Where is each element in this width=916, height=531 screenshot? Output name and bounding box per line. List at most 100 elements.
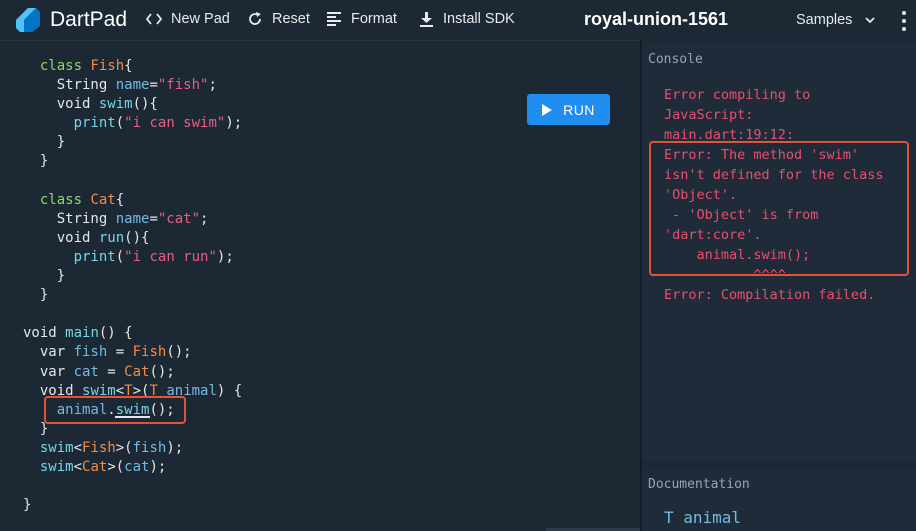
- code-line[interactable]: class Fish{: [23, 57, 242, 76]
- code-line[interactable]: }: [23, 133, 242, 152]
- code-line[interactable]: print("i can run");: [23, 248, 242, 267]
- code-token: >(: [115, 439, 133, 456]
- code-token: );: [149, 458, 167, 475]
- code-token: >(: [107, 458, 125, 475]
- code-token: fish: [73, 344, 108, 361]
- reset-button[interactable]: Reset: [247, 11, 310, 27]
- code-content[interactable]: class Fish{ String name="fish"; void swi…: [23, 57, 242, 515]
- code-token: ) {: [216, 382, 243, 399]
- code-line[interactable]: void run(){: [23, 229, 242, 248]
- refresh-icon: [247, 11, 263, 27]
- code-editor[interactable]: class Fish{ String name="fish"; void swi…: [0, 40, 640, 531]
- code-token: }: [23, 134, 66, 151]
- code-line[interactable]: }: [23, 496, 242, 515]
- code-line[interactable]: swim<Cat>(cat);: [23, 458, 242, 477]
- code-token: cat: [73, 363, 99, 380]
- code-token: fish: [132, 439, 167, 456]
- format-label: Format: [351, 11, 397, 27]
- code-line[interactable]: swim<Fish>(fish);: [23, 439, 242, 458]
- run-label: RUN: [563, 101, 595, 118]
- reset-label: Reset: [272, 11, 310, 27]
- code-token: "i can swim": [124, 115, 226, 132]
- code-token: String: [23, 77, 116, 94]
- code-token: }: [23, 153, 49, 170]
- code-line[interactable]: }: [23, 152, 242, 171]
- code-token: cat: [124, 458, 150, 475]
- code-line[interactable]: void main() {: [23, 324, 242, 343]
- code-line[interactable]: print("i can swim");: [23, 114, 243, 133]
- more-vert-icon[interactable]: [901, 11, 907, 31]
- code-token: <: [73, 439, 83, 456]
- code-line[interactable]: }: [23, 286, 242, 305]
- code-token: swim: [39, 439, 74, 456]
- code-token: print: [73, 115, 116, 132]
- code-token: (: [115, 115, 125, 132]
- samples-label: Samples: [796, 12, 853, 28]
- code-token: class: [39, 58, 91, 74]
- code-line[interactable]: class Cat{: [23, 191, 242, 210]
- app-header: DartPad New Pad Reset Format Install SDK…: [0, 0, 916, 40]
- code-token: (){: [124, 229, 150, 246]
- documentation-panel: Documentation T animal: [642, 470, 916, 531]
- code-token: ;: [208, 77, 217, 94]
- play-icon: [542, 103, 553, 116]
- code-token: var: [23, 363, 74, 380]
- code-line[interactable]: void swim(){: [23, 95, 242, 114]
- pad-title[interactable]: royal-union-1561: [584, 9, 728, 30]
- download-icon: [418, 11, 434, 27]
- run-button[interactable]: RUN: [527, 94, 610, 125]
- dart-logo-icon: [16, 8, 40, 32]
- code-token: Fish: [82, 439, 116, 456]
- code-token: run: [98, 229, 125, 246]
- brand-title: DartPad: [50, 8, 128, 31]
- code-line[interactable]: [23, 172, 242, 191]
- code-token: (){: [132, 96, 158, 113]
- code-token: String: [23, 210, 116, 227]
- new-pad-label: New Pad: [171, 11, 230, 27]
- code-token: swim: [98, 96, 133, 113]
- code-icon: [146, 11, 162, 27]
- documentation-text: T animal: [664, 508, 742, 527]
- console-label: Console: [648, 52, 703, 67]
- code-line[interactable]: var fish = Fish();: [23, 343, 242, 362]
- code-token: );: [166, 439, 184, 456]
- code-token: {: [115, 191, 125, 208]
- code-token: Cat: [124, 363, 150, 380]
- install-sdk-button[interactable]: Install SDK: [418, 11, 515, 27]
- code-token: "i can run": [124, 248, 217, 265]
- install-sdk-label: Install SDK: [443, 11, 515, 27]
- code-token: {: [124, 58, 133, 74]
- code-line[interactable]: String name="fish";: [23, 76, 242, 95]
- code-token: }: [23, 420, 49, 437]
- code-token: "fish": [157, 77, 209, 94]
- code-token: =: [107, 344, 133, 361]
- code-token: print: [73, 248, 116, 265]
- code-token: Fish: [90, 58, 125, 74]
- format-button[interactable]: Format: [326, 11, 397, 27]
- new-pad-button[interactable]: New Pad: [146, 11, 230, 27]
- code-token: Cat: [82, 458, 108, 475]
- code-token: swim: [39, 458, 74, 475]
- code-token: var: [23, 344, 74, 361]
- code-line[interactable]: [23, 477, 242, 496]
- code-token: "cat": [157, 210, 201, 227]
- code-line[interactable]: [23, 305, 242, 324]
- code-token: }: [23, 497, 32, 514]
- code-token: void: [23, 229, 99, 246]
- samples-dropdown[interactable]: Samples: [796, 12, 876, 28]
- code-token: Cat: [90, 191, 116, 208]
- code-line[interactable]: }: [23, 267, 242, 286]
- error-squiggle-underline: [115, 416, 150, 418]
- code-token: name: [115, 210, 150, 227]
- code-token: void: [23, 96, 99, 113]
- code-token: }: [23, 268, 66, 285]
- code-line[interactable]: var cat = Cat();: [23, 363, 242, 382]
- annotation-highlight-box: [44, 396, 186, 424]
- code-token: ();: [149, 363, 175, 380]
- code-token: }: [23, 287, 49, 304]
- code-line[interactable]: String name="cat";: [23, 210, 242, 229]
- code-token: =: [149, 210, 158, 227]
- code-token: main: [65, 325, 99, 342]
